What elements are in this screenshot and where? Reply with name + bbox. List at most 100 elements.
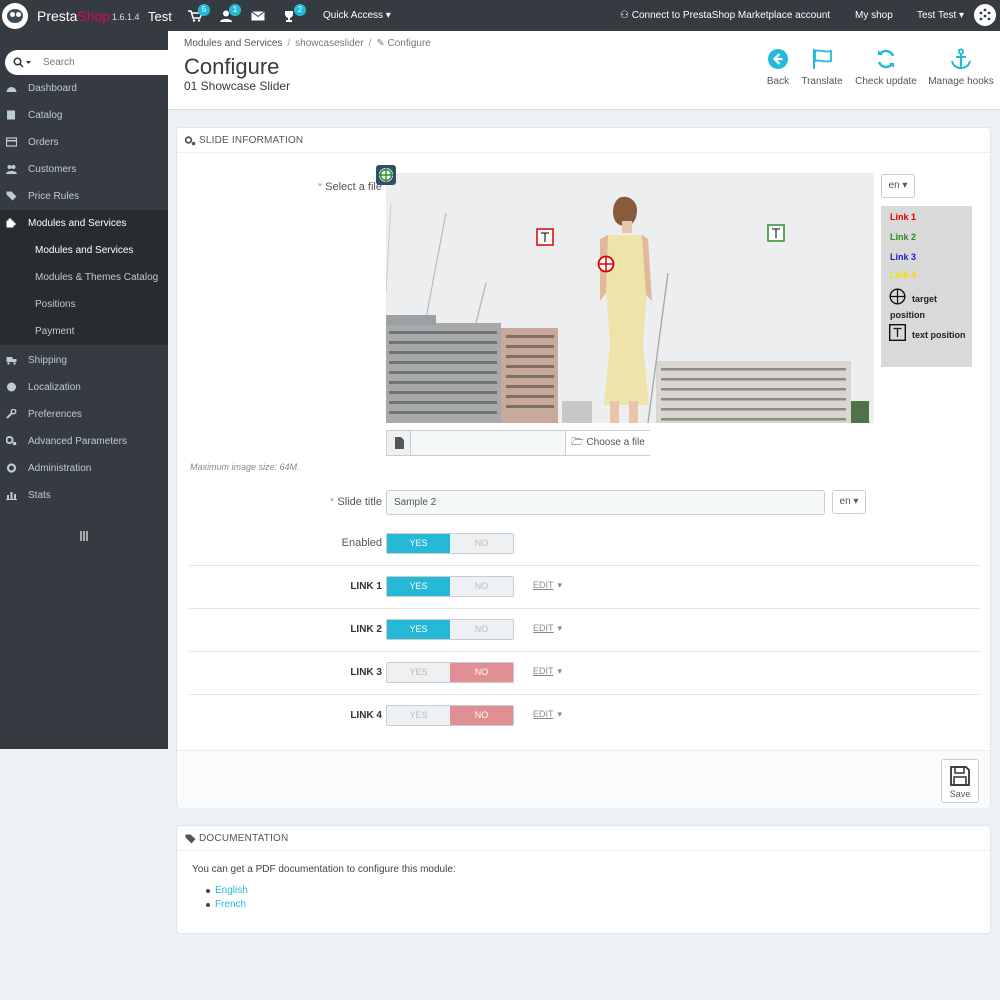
page-header: Modules and Services / showcaseslider / ✎ Co… <box>168 31 1000 110</box>
select-file-label: * Select a file <box>317 181 382 193</box>
back-button[interactable]: Back <box>764 48 792 87</box>
floppy-disk-icon <box>950 766 970 786</box>
link2-edit-button[interactable]: EDIT ▾ <box>533 623 562 634</box>
link3-switch[interactable]: YES NO <box>386 662 514 683</box>
link2-label: LINK 2 <box>350 624 382 635</box>
search-input[interactable] <box>43 55 163 70</box>
switch-yes[interactable]: YES <box>387 620 450 639</box>
envelope-icon[interactable] <box>251 10 265 22</box>
sidebar-item-label: Modules and Services <box>28 218 127 229</box>
wrench-icon: ✎ <box>376 38 385 49</box>
text-position-marker-link2[interactable] <box>767 224 785 242</box>
documentation-link-french[interactable]: French <box>205 899 246 910</box>
puzzle-icon <box>6 218 16 228</box>
sidebar-subitem-payment[interactable]: Payment <box>0 318 168 345</box>
sidebar-subitem-modules-services[interactable]: Modules and Services <box>0 237 168 264</box>
sidebar-item-advanced-parameters[interactable]: Advanced Parameters <box>0 428 168 455</box>
sidebar-subitem-label: Positions <box>35 299 76 310</box>
slide-image[interactable] <box>386 173 874 423</box>
my-shop-link[interactable]: My shop <box>855 10 893 21</box>
target-position-marker-link1[interactable] <box>597 255 615 273</box>
sidebar-item-localization[interactable]: Localization <box>0 374 168 401</box>
link1-switch[interactable]: YES NO <box>386 576 514 597</box>
title-language-dropdown[interactable]: en ▾ <box>832 490 866 514</box>
sidebar-item-customers[interactable]: Customers <box>0 156 168 183</box>
sidebar-item-shipping[interactable]: Shipping <box>0 347 168 374</box>
switch-yes[interactable]: YES <box>387 577 450 596</box>
sidebar-item-stats[interactable]: Stats <box>0 482 168 509</box>
breadcrumb-item[interactable]: showcaseslider <box>295 38 363 49</box>
sidebar-item-label: Catalog <box>28 110 63 121</box>
prestashop-logo[interactable] <box>2 3 28 29</box>
switch-no[interactable]: NO <box>450 534 513 553</box>
sidebar-item-dashboard[interactable]: Dashboard <box>0 75 168 102</box>
sidebar-item-modules[interactable]: Modules and Services <box>0 210 168 237</box>
sidebar-subitem-label: Modules & Themes Catalog <box>35 272 159 283</box>
customer-badge: 1 <box>229 4 241 16</box>
translate-button[interactable]: Translate <box>800 48 844 87</box>
sidebar-item-catalog[interactable]: Catalog <box>0 102 168 129</box>
truck-icon <box>6 357 17 365</box>
switch-no[interactable]: NO <box>450 620 513 639</box>
target-position-handle[interactable] <box>376 165 396 185</box>
cog-icon <box>6 463 17 473</box>
divider <box>189 565 980 566</box>
switch-yes[interactable]: YES <box>387 534 450 553</box>
link4-label: LINK 4 <box>350 710 382 721</box>
link4-edit-button[interactable]: EDIT ▾ <box>533 709 562 720</box>
switch-no[interactable]: NO <box>450 663 513 682</box>
file-upload[interactable]: 🗁 Choose a file <box>386 430 650 456</box>
image-language-dropdown[interactable]: en ▾ <box>881 174 915 198</box>
legend-link2: Link 2 <box>890 232 917 242</box>
flag-icon <box>813 49 832 69</box>
quick-access-dropdown[interactable]: Quick Access ▾ <box>323 10 391 21</box>
marketplace-connect-link[interactable]: ⚇ Connect to PrestaShop Marketplace acco… <box>620 10 830 21</box>
choose-file-button[interactable]: 🗁 Choose a file <box>565 431 650 455</box>
save-button[interactable]: Save <box>941 759 979 803</box>
sidebar-item-price-rules[interactable]: Price Rules <box>0 183 168 210</box>
breadcrumb-item[interactable]: Modules and Services <box>184 38 282 49</box>
search-icon[interactable] <box>13 57 33 71</box>
switch-no[interactable]: NO <box>450 577 513 596</box>
user-menu[interactable]: Test Test ▾ <box>917 10 964 21</box>
breadcrumb-current: ✎ Configure <box>376 38 431 49</box>
sidebar-item-label: Advanced Parameters <box>28 436 127 447</box>
documentation-link-english[interactable]: English <box>206 885 248 896</box>
link4-switch[interactable]: YES NO <box>386 705 514 726</box>
link2-switch[interactable]: YES NO <box>386 619 514 640</box>
panel-heading: Slide information <box>177 128 990 153</box>
shop-name-link[interactable]: Test <box>148 9 172 24</box>
sidebar-subitem-themes-catalog[interactable]: Modules & Themes Catalog <box>0 264 168 291</box>
trophy-badge: 2 <box>294 4 306 16</box>
sidebar: Dashboard Catalog Orders Customers Price… <box>0 31 168 749</box>
page-title: Configure <box>184 54 280 79</box>
link3-edit-button[interactable]: EDIT ▾ <box>533 666 562 677</box>
sidebar-item-preferences[interactable]: Preferences <box>0 401 168 428</box>
slide-title-label: * Slide title <box>330 496 382 508</box>
translate-label: Translate <box>801 76 843 87</box>
folder-open-icon: 🗁 <box>571 437 584 448</box>
sidebar-item-orders[interactable]: Orders <box>0 129 168 156</box>
bar-chart-icon <box>6 492 17 500</box>
manage-hooks-button[interactable]: Manage hooks <box>927 48 995 87</box>
collapse-sidebar-icon[interactable] <box>80 531 88 541</box>
back-label: Back <box>766 76 790 87</box>
text-position-marker-link1[interactable] <box>536 228 554 246</box>
legend-link4: Link 4 <box>890 270 917 280</box>
check-update-button[interactable]: Check update <box>854 48 918 87</box>
sidebar-item-label: Shipping <box>28 355 67 366</box>
enabled-switch[interactable]: YES NO <box>386 533 514 554</box>
sidebar-subitem-positions[interactable]: Positions <box>0 291 168 318</box>
switch-yes[interactable]: YES <box>387 663 450 682</box>
switch-no[interactable]: NO <box>450 706 513 725</box>
sidebar-item-label: Orders <box>28 137 59 148</box>
sidebar-item-administration[interactable]: Administration <box>0 455 168 482</box>
slide-title-input[interactable] <box>386 490 825 515</box>
file-icon <box>387 431 411 455</box>
panel-title: Documentation <box>199 833 289 844</box>
notifications-icon[interactable] <box>974 4 996 26</box>
save-label: Save <box>949 789 971 799</box>
switch-yes[interactable]: YES <box>387 706 450 725</box>
sidebar-item-label: Localization <box>28 382 81 393</box>
link1-edit-button[interactable]: EDIT ▾ <box>533 580 562 591</box>
